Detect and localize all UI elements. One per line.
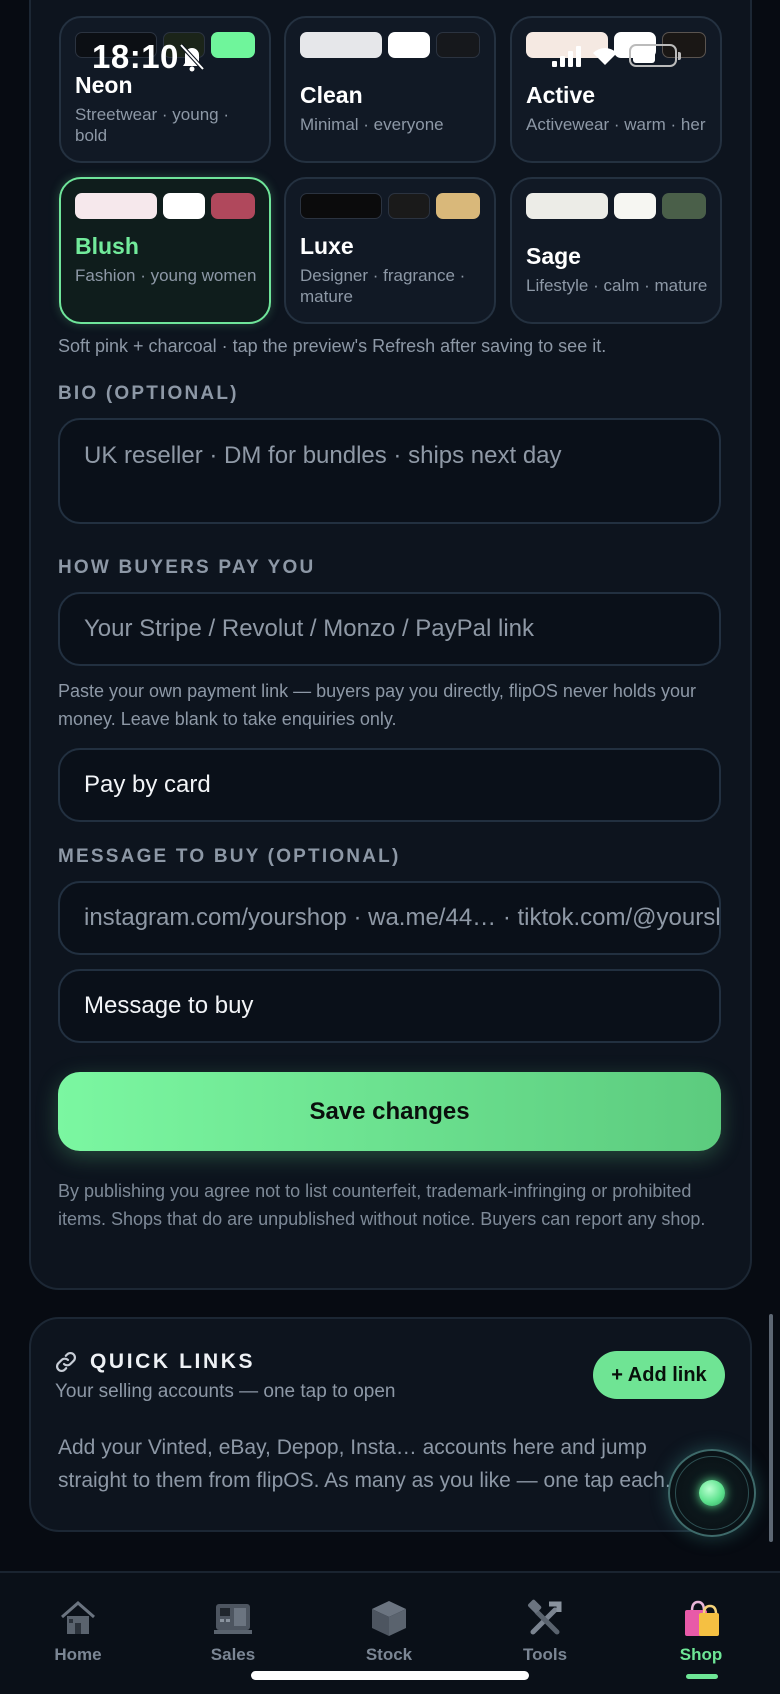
shop-settings-screen: Neon Streetwear · young · bold Clean Min…: [0, 0, 780, 1694]
quick-links-header: QUICK LINKS: [54, 1350, 255, 1374]
theme-name: Neon: [75, 72, 133, 98]
bio-label: BIO (OPTIONAL): [58, 383, 239, 404]
theme-hint: Soft pink + charcoal · tap the preview's…: [58, 336, 607, 356]
theme-description: Designer · fragrance · mature: [300, 266, 466, 306]
payment-link-input[interactable]: Your Stripe / Revolut / Monzo / PayPal l…: [58, 592, 721, 666]
theme-swatch: [388, 32, 430, 58]
tab-label: Shop: [679, 1645, 723, 1664]
theme-swatch: [211, 32, 255, 58]
tab-label: Sales: [210, 1645, 256, 1664]
quick-links-empty-line: straight to them from flipOS. As many as…: [58, 1469, 671, 1492]
tab-shop[interactable]: Shop: [646, 1597, 756, 1665]
battery-icon: [629, 44, 681, 67]
tab-stock[interactable]: Stock: [334, 1597, 444, 1665]
save-changes-button[interactable]: Save changes: [58, 1072, 721, 1151]
theme-tile-active[interactable]: Active Activewear · warm · her: [510, 16, 722, 163]
theme-name: Luxe: [300, 233, 354, 259]
theme-swatch: [163, 193, 205, 219]
theme-tile-sage[interactable]: Sage Lifestyle · calm · mature: [510, 177, 722, 324]
theme-description: Activewear · warm · her: [526, 115, 706, 134]
orb-icon: [699, 1480, 725, 1506]
theme-description: Lifestyle · calm · mature: [526, 276, 708, 295]
active-tab-indicator: [686, 1674, 718, 1679]
shopping-bags-icon: [685, 1600, 719, 1636]
legal-notice: By publishing you agree not to list coun…: [58, 1181, 706, 1229]
cash-register-icon: [214, 1604, 252, 1634]
bio-input[interactable]: UK reseller · DM for bundles · ships nex…: [58, 418, 721, 524]
message-label: MESSAGE TO BUY (OPTIONAL): [58, 846, 401, 867]
theme-description: Streetwear · young · bold: [75, 105, 230, 145]
theme-swatch: [211, 193, 255, 219]
assistant-orb-button[interactable]: [668, 1449, 756, 1537]
theme-swatch: [300, 193, 382, 219]
add-link-button[interactable]: + Add link: [593, 1351, 725, 1399]
theme-tile-clean[interactable]: Clean Minimal · everyone: [284, 16, 496, 163]
quick-links-empty-line: Add your Vinted, eBay, Depop, Insta… acc…: [58, 1436, 647, 1459]
message-link-input[interactable]: instagram.com/yourshop · wa.me/44… · tik…: [58, 881, 721, 955]
tab-label: Tools: [522, 1645, 568, 1664]
house-icon: [61, 1601, 95, 1634]
theme-swatch: [75, 193, 157, 219]
theme-swatch: [300, 32, 382, 58]
status-indicators: [552, 44, 681, 67]
theme-description: Minimal · everyone: [300, 115, 444, 134]
theme-swatch: [662, 193, 706, 219]
quick-links-title: QUICK LINKS: [90, 1350, 256, 1373]
payment-label: HOW BUYERS PAY YOU: [58, 557, 316, 578]
tab-label: Home: [54, 1645, 102, 1664]
theme-tile-luxe[interactable]: Luxe Designer · fragrance · mature: [284, 177, 496, 324]
wifi-icon: [593, 47, 617, 65]
pay-button-label-input[interactable]: Pay by card: [58, 748, 721, 822]
link-icon: [55, 1351, 77, 1373]
tab-sales[interactable]: Sales: [178, 1597, 288, 1665]
status-time: 18:10: [92, 38, 179, 75]
tools-icon: [528, 1599, 562, 1635]
cellular-signal-icon: [552, 45, 581, 67]
quick-links-subtitle: Your selling accounts — one tap to open: [55, 1381, 396, 1402]
theme-swatch: [436, 193, 480, 219]
tab-tools[interactable]: Tools: [490, 1597, 600, 1665]
scrollbar[interactable]: [769, 1314, 773, 1542]
home-indicator[interactable]: [251, 1671, 529, 1680]
tab-label: Stock: [365, 1645, 413, 1664]
theme-description: Fashion · young women: [75, 266, 257, 285]
theme-tile-blush[interactable]: Blush Fashion · young women: [59, 177, 271, 324]
quick-links-empty-state: Add your Vinted, eBay, Depop, Insta… acc…: [58, 1431, 698, 1497]
theme-swatch: [614, 193, 656, 219]
bell-muted-icon: [179, 43, 205, 72]
message-button-label-input[interactable]: Message to buy: [58, 969, 721, 1043]
theme-name: Clean: [300, 82, 363, 108]
payment-hint: Paste your own payment link — buyers pay…: [58, 681, 696, 729]
theme-swatch: [526, 193, 608, 219]
tab-home[interactable]: Home: [23, 1597, 133, 1665]
theme-name: Active: [526, 82, 596, 108]
theme-name: Blush: [75, 233, 139, 259]
box-icon: [372, 1601, 406, 1636]
theme-name: Sage: [526, 243, 581, 269]
theme-swatch: [388, 193, 430, 219]
theme-swatch: [436, 32, 480, 58]
